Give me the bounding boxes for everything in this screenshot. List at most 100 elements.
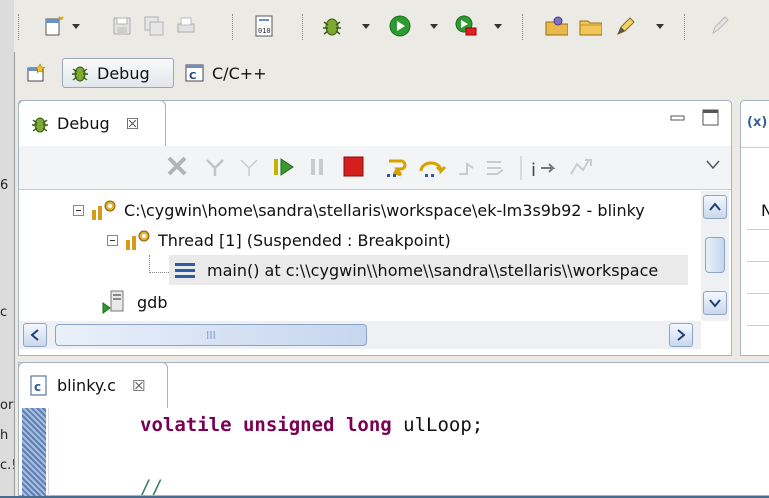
save-button[interactable]	[110, 14, 134, 38]
perspective-label: Debug	[97, 63, 150, 83]
cpp-perspective-icon: C	[185, 64, 204, 82]
c-source-file-icon: c	[30, 375, 47, 395]
disconnect-icon	[240, 159, 258, 176]
chevron-down-icon	[706, 160, 720, 170]
code-identifier: ulLoop;	[403, 414, 484, 436]
disabled-pen-button[interactable]	[708, 14, 732, 38]
background-text: 6	[0, 178, 9, 193]
toolbar-grip	[18, 14, 21, 40]
tree-item-label: main() at c:\\cygwin\\home\\sandra\\stel…	[207, 260, 659, 280]
collapse-toggle-icon[interactable]	[73, 204, 84, 216]
tree-item-label: gdb	[137, 292, 168, 312]
chevron-up-icon	[709, 202, 721, 211]
instruction-stepping-icon: i	[531, 160, 556, 181]
code-keyword: unsigned	[242, 414, 335, 436]
perspective-debug[interactable]: Debug	[62, 58, 174, 88]
scroll-thumb[interactable]: III	[55, 324, 367, 346]
view-menu-button[interactable]	[705, 156, 721, 170]
new-file-icon	[45, 16, 64, 36]
tab-label: Debug	[57, 114, 110, 133]
chevron-down-icon[interactable]	[72, 24, 80, 29]
scroll-right-button[interactable]	[669, 323, 693, 347]
marker-pen-icon	[617, 17, 635, 35]
variables-tab-icon[interactable]: (x)	[747, 115, 767, 130]
tree-vertical-scrollbar[interactable]	[701, 191, 729, 321]
code-line[interactable]: volatile unsigned long ulLoop;	[140, 414, 483, 436]
save-all-icon	[144, 16, 164, 36]
chevron-down-icon[interactable]	[656, 24, 664, 29]
perspective-cpp[interactable]: C C/C++	[178, 58, 288, 88]
print-icon	[177, 17, 195, 33]
close-icon[interactable]: ☒	[126, 115, 139, 133]
background-text: or	[0, 398, 14, 413]
debug-toolbar: i	[19, 146, 731, 190]
background-text: h	[0, 428, 9, 443]
debug-view-tabbar: Debug ☒	[18, 100, 732, 146]
chevron-down-icon[interactable]	[362, 24, 370, 29]
folder-icon	[579, 20, 602, 36]
scroll-grip: III	[206, 328, 216, 342]
editor-gutter-divider	[48, 408, 49, 496]
bug-icon	[72, 66, 88, 82]
tree-item-thread[interactable]: Thread [1] (Suspended : Breakpoint)	[107, 225, 451, 255]
open-type-button[interactable]	[544, 14, 568, 38]
gdb-process-icon	[102, 290, 124, 314]
chevron-down-icon[interactable]	[494, 24, 502, 29]
maximize-button[interactable]	[702, 109, 720, 127]
step-over-icon	[419, 161, 447, 177]
step-return-icon	[459, 162, 474, 175]
collapse-toggle-icon[interactable]	[107, 234, 118, 246]
toolbar-separator	[684, 14, 687, 40]
chevron-down-icon[interactable]	[430, 24, 438, 29]
svg-text:i: i	[531, 160, 536, 181]
open-project-button[interactable]	[578, 14, 602, 38]
tab-debug[interactable]: Debug ☒	[18, 100, 166, 146]
external-tools-button[interactable]	[454, 14, 478, 38]
bug-icon	[323, 18, 341, 36]
new-wizard-button[interactable]	[42, 14, 66, 38]
minimize-icon	[670, 115, 685, 121]
toolbar-separator	[302, 14, 305, 40]
run-icon	[389, 15, 411, 37]
highlight-button[interactable]	[614, 14, 638, 38]
tree-item-gdb[interactable]: gdb	[101, 287, 167, 317]
chevron-down-icon	[709, 299, 721, 308]
debug-launch-button[interactable]	[320, 14, 344, 38]
scroll-left-button[interactable]	[23, 323, 47, 347]
remove-terminated-icon	[167, 156, 187, 176]
tree-item-launch[interactable]: C:\cygwin\home\sandra\stellaris\workspac…	[73, 195, 645, 225]
save-all-button[interactable]	[142, 14, 166, 38]
run-button[interactable]	[388, 14, 412, 38]
print-button[interactable]	[174, 14, 198, 38]
row-divider	[747, 229, 769, 230]
close-icon[interactable]: ☒	[132, 377, 145, 395]
tree-horizontal-scrollbar[interactable]: III	[19, 321, 701, 349]
toolbar-separator	[522, 14, 525, 40]
scroll-down-button[interactable]	[703, 291, 727, 315]
resume-icon	[274, 158, 294, 176]
tab-blinky-c[interactable]: c blinky.c ☒	[18, 362, 168, 408]
open-binary-button[interactable]: 010	[252, 14, 276, 38]
chevron-left-icon	[30, 329, 39, 341]
row-divider	[747, 261, 769, 262]
tree-item-label: C:\cygwin\home\sandra\stellaris\workspac…	[124, 200, 645, 220]
minimize-button[interactable]	[670, 112, 686, 126]
tree-item-label: Thread [1] (Suspended : Breakpoint)	[158, 230, 451, 250]
bug-icon	[32, 117, 48, 132]
tree-item-stack-frame[interactable]: main() at c:\\cygwin\\home\\sandra\\stel…	[169, 255, 689, 285]
debug-toolbar-icons: i	[167, 156, 592, 181]
svg-text:c: c	[34, 380, 41, 394]
scroll-thumb[interactable]	[705, 237, 725, 273]
stack-frame-icon	[175, 263, 195, 278]
save-icon	[113, 17, 131, 35]
pen-icon	[712, 16, 729, 35]
open-perspective-button[interactable]	[20, 58, 60, 88]
scroll-up-button[interactable]	[703, 195, 727, 219]
thread-icon	[126, 230, 150, 250]
perspective-bar: Debug C C/C++	[14, 54, 769, 98]
use-step-filters-icon	[570, 159, 592, 175]
chevron-right-icon	[677, 329, 686, 341]
binary-file-icon: 010	[255, 15, 273, 37]
code-comment[interactable]: //	[140, 476, 163, 498]
code-keyword: volatile	[140, 414, 232, 436]
